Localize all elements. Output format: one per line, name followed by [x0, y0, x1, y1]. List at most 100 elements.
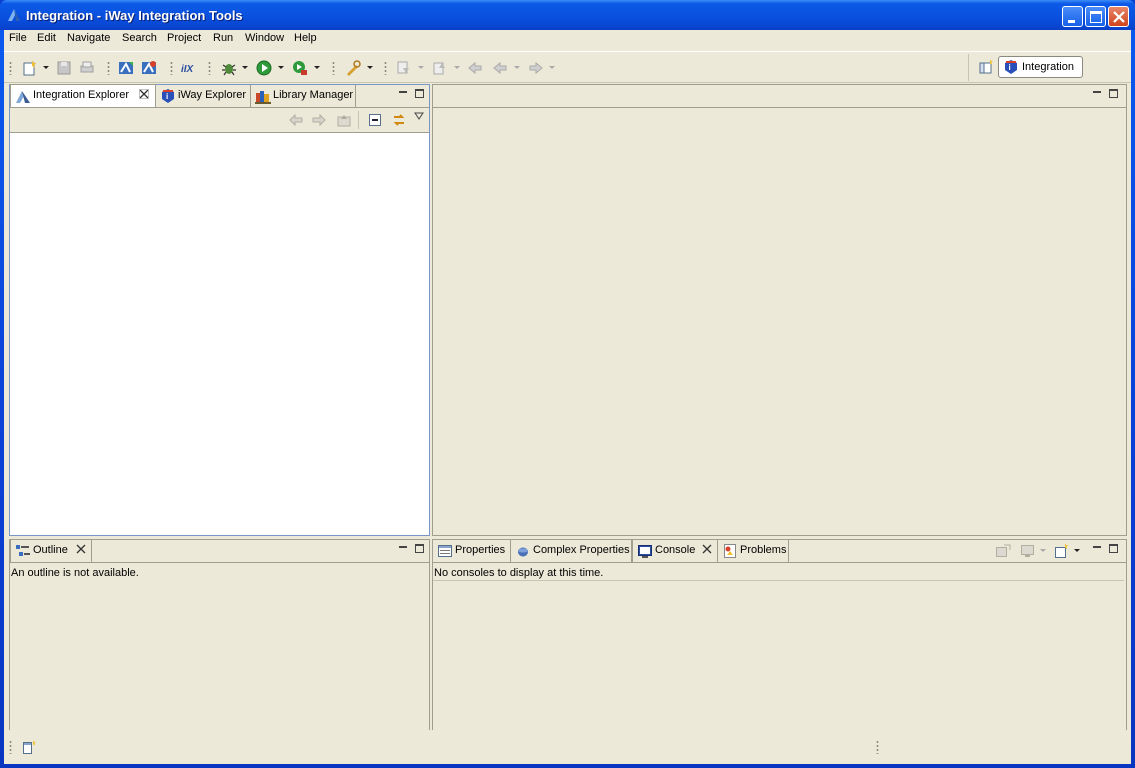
window-title: Integration - iWay Integration Tools [26, 8, 243, 23]
display-console-icon[interactable] [1020, 544, 1036, 558]
console-message: No consoles to display at this time. [434, 567, 604, 579]
menu-edit[interactable]: Edit [37, 32, 56, 44]
editor-separator [433, 107, 1126, 108]
tab-integration-explorer[interactable]: Integration Explorer [10, 84, 156, 107]
tab-properties[interactable]: Properties [433, 540, 511, 562]
explorer-view: Integration Explorer i iWay Explorer Lib [9, 84, 430, 536]
next-annotation-dropdown-arrow[interactable] [418, 66, 424, 69]
menu-file[interactable]: File [9, 32, 27, 44]
edit-key-icon[interactable] [344, 59, 362, 77]
tab-complex-properties[interactable]: Complex Properties [511, 540, 632, 562]
minimize-maximize-icons[interactable] [396, 88, 426, 100]
up-folder-icon[interactable] [337, 113, 351, 127]
collapse-all-icon[interactable] [368, 113, 382, 127]
outline-icon [16, 545, 30, 556]
minimize-icon [1068, 20, 1075, 23]
status-grip[interactable] [9, 740, 12, 754]
explorer-tab-row: Integration Explorer i iWay Explorer Lib [10, 84, 429, 107]
toolbar-grip[interactable] [384, 61, 387, 75]
minimize-window-button[interactable] [1062, 6, 1083, 27]
tab-problems[interactable]: Problems [718, 540, 789, 562]
external-tools-icon[interactable] [291, 59, 309, 77]
external-tools-dropdown-arrow[interactable] [314, 66, 320, 69]
print-icon[interactable] [78, 59, 96, 77]
last-edit-location-icon[interactable] [466, 59, 484, 77]
toolbar-grip[interactable] [107, 61, 110, 75]
deploy-project-icon[interactable] [140, 59, 158, 77]
outline-tab-row: Outline [10, 539, 429, 562]
tab-label: Library Manager [273, 89, 354, 101]
run-icon[interactable] [255, 59, 273, 77]
open-console-icon[interactable] [1054, 543, 1070, 559]
minimize-maximize-icons[interactable] [1090, 543, 1120, 555]
status-bar [4, 730, 1131, 764]
tab-label: Integration Explorer [33, 89, 129, 101]
title-bar[interactable]: Integration - iWay Integration Tools [0, 0, 1135, 30]
problems-icon [724, 544, 736, 558]
tab-label: Problems [740, 544, 787, 556]
menu-help[interactable]: Help [294, 32, 317, 44]
save-icon[interactable] [55, 59, 73, 77]
new-dropdown-arrow[interactable] [43, 66, 49, 69]
next-annotation-icon[interactable] [395, 59, 413, 77]
svg-text:iIX: iIX [181, 64, 195, 75]
menu-window[interactable]: Window [245, 32, 284, 44]
tab-iway-explorer[interactable]: i iWay Explorer [156, 85, 251, 107]
open-console-dropdown-arrow[interactable] [1074, 549, 1080, 552]
close-window-button[interactable] [1108, 6, 1129, 27]
svg-text:i: i [1009, 63, 1011, 72]
svg-text:i: i [166, 92, 168, 101]
close-tab-icon[interactable] [139, 89, 149, 99]
new-icon[interactable] [21, 59, 39, 77]
menu-project[interactable]: Project [167, 32, 201, 44]
run-dropdown-arrow[interactable] [278, 66, 284, 69]
perspective-label: Integration [1022, 61, 1074, 73]
status-grip[interactable] [876, 740, 879, 754]
debug-dropdown-arrow[interactable] [242, 66, 248, 69]
link-with-editor-icon[interactable] [391, 112, 407, 128]
tab-label: Console [655, 544, 696, 556]
toolbar-grip[interactable] [9, 61, 12, 75]
forward-icon[interactable] [527, 59, 545, 77]
tab-outline[interactable]: Outline [10, 539, 92, 562]
tab-library-manager[interactable]: Library Manager [251, 85, 356, 107]
close-tab-icon[interactable] [76, 544, 86, 554]
perspective-switcher: i Integration [968, 54, 1128, 81]
bottom-panel: Properties Complex Properties Console Pr… [432, 539, 1127, 734]
toolbar-grip[interactable] [170, 61, 173, 75]
properties-icon [438, 545, 452, 557]
open-perspective-icon[interactable] [979, 59, 995, 75]
menu-search[interactable]: Search [122, 32, 157, 44]
outline-message: An outline is not available. [11, 567, 139, 579]
pin-console-icon[interactable] [995, 544, 1011, 558]
tab-label: Outline [33, 544, 68, 556]
forward-dropdown-arrow[interactable] [549, 66, 555, 69]
close-tab-icon[interactable] [702, 544, 712, 554]
previous-annotation-dropdown-arrow[interactable] [454, 66, 460, 69]
integration-perspective-button[interactable]: i Integration [998, 56, 1083, 78]
maximize-window-button[interactable] [1085, 6, 1106, 27]
explorer-tree[interactable] [10, 132, 429, 535]
view-menu-icon[interactable] [414, 112, 424, 120]
forward-arrow-icon[interactable] [312, 113, 326, 127]
minimize-maximize-icons[interactable] [396, 543, 426, 555]
toolbar-grip[interactable] [208, 61, 211, 75]
display-console-dropdown-arrow[interactable] [1040, 549, 1046, 552]
back-dropdown-arrow[interactable] [514, 66, 520, 69]
fast-view-icon[interactable] [22, 739, 38, 755]
toolbar-grip[interactable] [332, 61, 335, 75]
menu-navigate[interactable]: Navigate [67, 32, 110, 44]
previous-annotation-icon[interactable] [431, 59, 449, 77]
iwx-icon[interactable]: iIX [180, 59, 198, 77]
back-arrow-icon[interactable] [289, 113, 303, 127]
minimize-maximize-icons[interactable] [1090, 88, 1120, 100]
debug-icon[interactable] [220, 59, 238, 77]
integration-explorer-icon [16, 91, 30, 103]
edit-key-dropdown-arrow[interactable] [367, 66, 373, 69]
editor-area [432, 84, 1127, 536]
build-project-icon[interactable] [117, 59, 135, 77]
menu-run[interactable]: Run [213, 32, 233, 44]
back-icon[interactable] [491, 59, 509, 77]
tab-label: Complex Properties [533, 544, 630, 556]
tab-console[interactable]: Console [632, 539, 718, 562]
